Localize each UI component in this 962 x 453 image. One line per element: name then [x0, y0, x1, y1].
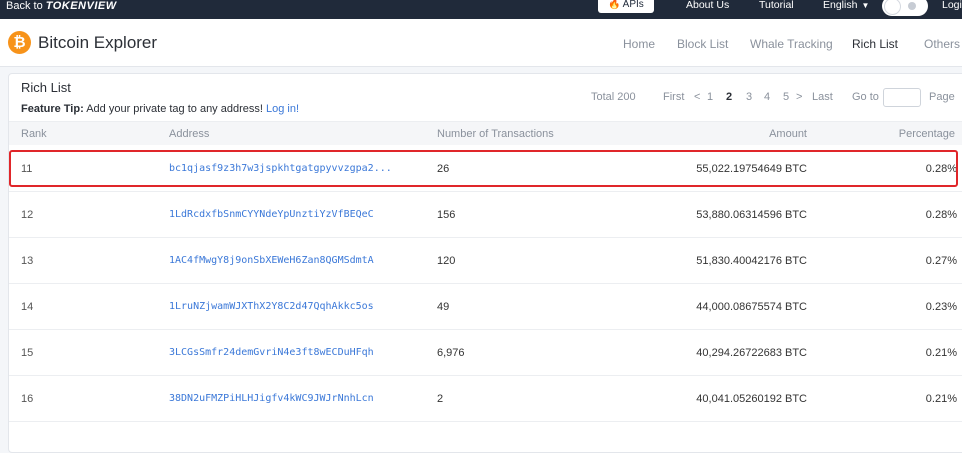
tutorial-link[interactable]: Tutorial	[759, 0, 794, 11]
column-percentage: Percentage	[898, 128, 955, 140]
card-title: Rich List	[21, 80, 71, 95]
tip-label: Feature Tip:	[21, 103, 84, 115]
row-tx-count: 156	[437, 209, 456, 221]
row-address-link[interactable]: 3LCGsSmfr24demGvriN4e3ft8wECDuHFqh	[169, 347, 374, 358]
last-page-link[interactable]: Last	[812, 91, 833, 103]
column-transactions: Number of Transactions	[437, 128, 554, 140]
row-rank: 15	[21, 347, 34, 359]
tip-text: Add your private tag to any address!	[83, 103, 266, 115]
nav-home[interactable]: Home	[623, 37, 655, 51]
fire-icon: 🔥	[608, 0, 621, 10]
page-2-current[interactable]: 2	[726, 91, 732, 103]
total-count: Total 200	[591, 91, 636, 103]
row-amount: 53,880.06314596 BTC	[696, 209, 807, 221]
nav-others[interactable]: Others	[924, 37, 960, 51]
site-header: ₿ Bitcoin Explorer Home Block List Whale…	[0, 19, 962, 67]
table-row: 13 1AC4fMwgY8j9onSbXEWeH6Zan8QGMSdmtA 12…	[9, 238, 962, 284]
site-title[interactable]: Bitcoin Explorer	[38, 33, 157, 53]
apis-button[interactable]: 🔥 APIs	[598, 0, 654, 13]
row-amount: 51,830.40042176 BTC	[696, 255, 807, 267]
table-row: 15 3LCGsSmfr24demGvriN4e3ft8wECDuHFqh 6,…	[9, 330, 962, 376]
column-rank: Rank	[21, 128, 47, 140]
column-address: Address	[169, 128, 210, 140]
tokenview-logo: TOKENVIEW	[45, 0, 117, 12]
first-page-link[interactable]: First	[663, 91, 684, 103]
row-rank: 12	[21, 209, 34, 221]
row-percentage: 0.21%	[925, 347, 957, 359]
row-amount: 40,041.05260192 BTC	[696, 393, 807, 405]
back-to-tokenview-link[interactable]: Back to TOKENVIEW	[6, 0, 117, 12]
top-bar: Back to TOKENVIEW 🔥 APIs About Us Tutorial…	[0, 0, 962, 19]
nav-whale-tracking[interactable]: Whale Tracking	[750, 37, 833, 51]
page-1[interactable]: 1	[707, 91, 713, 103]
goto-page-input[interactable]	[883, 88, 921, 107]
nav-rich-list[interactable]: Rich List	[852, 37, 898, 51]
table-row: 14 1LruNZjwamWJXThX2Y8C2d47QqhAkkc5os 49…	[9, 284, 962, 330]
row-rank: 13	[21, 255, 34, 267]
about-us-link[interactable]: About Us	[686, 0, 729, 11]
back-label: Back to	[6, 0, 43, 12]
rich-list-card: Rich List Feature Tip: Add your private …	[8, 73, 962, 453]
row-tx-count: 2	[437, 393, 444, 405]
language-select[interactable]: English ▼	[823, 0, 869, 11]
row-tx-count: 6,976	[437, 347, 465, 359]
theme-toggle[interactable]	[882, 0, 928, 16]
row-highlight-box	[9, 150, 958, 187]
row-address-link[interactable]: 38DN2uFMZPiHLHJigfv4kWC9JWJrNnhLcn	[169, 393, 374, 404]
feature-tip: Feature Tip: Add your private tag to any…	[21, 103, 299, 115]
page-4[interactable]: 4	[764, 91, 770, 103]
nav-block-list[interactable]: Block List	[677, 37, 728, 51]
prev-page-button[interactable]: <	[694, 91, 700, 103]
row-tx-count: 49	[437, 301, 450, 313]
toggle-knob	[884, 0, 901, 15]
row-address-link[interactable]: 1LdRcdxfbSnmCYYNdeYpUnztiYzVfBEQeC	[169, 209, 374, 220]
apis-label: APIs	[622, 0, 644, 10]
login-link[interactable]: Logi	[942, 0, 962, 11]
table-row: 16 38DN2uFMZPiHLHJigfv4kWC9JWJrNnhLcn 2 …	[9, 376, 962, 422]
row-percentage: 0.27%	[925, 255, 957, 267]
toggle-dot-icon	[908, 2, 916, 10]
next-page-button[interactable]: >	[796, 91, 802, 103]
row-address-link[interactable]: 1AC4fMwgY8j9onSbXEWeH6Zan8QGMSdmtA	[169, 255, 374, 266]
caret-down-icon: ▼	[861, 1, 870, 10]
table-row: 12 1LdRcdxfbSnmCYYNdeYpUnztiYzVfBEQeC 15…	[9, 192, 962, 238]
column-amount: Amount	[769, 128, 807, 140]
table-header: Rank Address Number of Transactions Amou…	[9, 121, 962, 145]
row-rank: 14	[21, 301, 34, 313]
row-amount: 44,000.08675574 BTC	[696, 301, 807, 313]
page-label: Page	[929, 91, 955, 103]
row-rank: 16	[21, 393, 34, 405]
bitcoin-logo-icon: ₿	[8, 31, 31, 54]
row-percentage: 0.21%	[925, 393, 957, 405]
row-percentage: 0.23%	[925, 301, 957, 313]
page-3[interactable]: 3	[746, 91, 752, 103]
login-tip-link[interactable]: Log in!	[266, 103, 299, 115]
page-5[interactable]: 5	[783, 91, 789, 103]
row-percentage: 0.28%	[925, 209, 957, 221]
row-address-link[interactable]: 1LruNZjwamWJXThX2Y8C2d47QqhAkkc5os	[169, 301, 374, 312]
row-amount: 40,294.26722683 BTC	[696, 347, 807, 359]
goto-label: Go to	[852, 91, 879, 103]
language-label: English	[823, 0, 858, 11]
row-tx-count: 120	[437, 255, 456, 267]
